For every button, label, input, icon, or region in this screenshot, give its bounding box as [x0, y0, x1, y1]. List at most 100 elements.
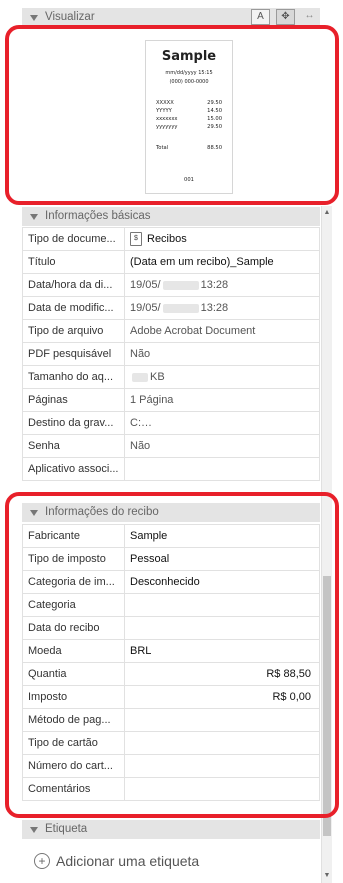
table-row[interactable]: PDF pesquisável Não — [22, 342, 320, 366]
receipt-line: yyyyyyy 29.50 — [156, 124, 222, 130]
table-row[interactable]: Data/hora da di... 19/05/13:28 — [22, 273, 320, 297]
property-key: Tipo de cartão — [22, 731, 125, 755]
table-row[interactable]: Tipo de docume... $ Recibos — [22, 227, 320, 251]
receipt-number: 001 — [184, 177, 194, 183]
path-ellipsis: ... — [313, 417, 320, 429]
time-suffix: 13:28 — [200, 302, 229, 314]
receipt-line-amount: 14.50 — [207, 108, 222, 114]
receipt-info-section-header[interactable]: Informações do recibo — [22, 503, 320, 522]
receipt-date: mm/dd/yyyy 15:15 — [165, 70, 213, 76]
property-key: PDF pesquisável — [22, 342, 125, 366]
basic-info-section-header[interactable]: Informações básicas — [22, 207, 320, 226]
tag-section-header[interactable]: Etiqueta — [22, 820, 320, 839]
vertical-scrollbar[interactable]: ▲ ▼ — [321, 206, 332, 883]
scroll-down-arrow-icon[interactable]: ▼ — [322, 871, 332, 881]
date-prefix: 19/05/ — [130, 302, 161, 314]
table-row[interactable]: Tipo de imposto Pessoal — [22, 547, 320, 571]
scrollbar-thumb[interactable] — [323, 576, 331, 836]
table-row[interactable]: Páginas 1 Página — [22, 388, 320, 412]
property-key: Data de modific... — [22, 296, 125, 320]
table-row[interactable]: Categoria de im... Desconhecido — [22, 570, 320, 594]
fit-width-icon[interactable]: ↔ — [301, 9, 318, 23]
collapse-triangle-icon[interactable] — [30, 213, 38, 220]
add-tag-label: Adicionar uma etiqueta — [56, 853, 200, 869]
property-key: Moeda — [22, 639, 125, 663]
property-key: Método de pag... — [22, 708, 125, 732]
add-tag-button[interactable]: + Adicionar uma etiqueta — [34, 853, 199, 869]
table-row[interactable]: Aplicativo associ... — [22, 457, 320, 481]
table-row[interactable]: Comentários — [22, 777, 320, 801]
property-value[interactable]: Pessoal — [124, 547, 320, 571]
property-value[interactable]: $ Recibos — [124, 227, 320, 251]
receipt-title: Sample — [161, 49, 217, 64]
property-key: Senha — [22, 434, 125, 458]
property-key: Tipo de arquivo — [22, 319, 125, 343]
table-row[interactable]: Método de pag... — [22, 708, 320, 732]
table-row[interactable]: Imposto R$ 0,00 — [22, 685, 320, 709]
collapse-triangle-icon[interactable] — [30, 509, 38, 516]
property-key: Imposto — [22, 685, 125, 709]
property-value[interactable] — [124, 731, 320, 755]
table-row[interactable]: Senha Não — [22, 434, 320, 458]
property-value[interactable] — [124, 777, 320, 801]
property-value[interactable] — [124, 593, 320, 617]
collapse-triangle-icon[interactable] — [30, 14, 38, 21]
property-value: 19/05/13:28 — [124, 273, 320, 297]
receipt-info-section-title: Informações do recibo — [45, 506, 159, 518]
table-row[interactable]: Tipo de cartão — [22, 731, 320, 755]
table-row[interactable]: Título (Data em um recibo)_Sample — [22, 250, 320, 274]
property-value: 1 Página — [124, 388, 320, 412]
table-row[interactable]: Fabricante Sample — [22, 524, 320, 548]
table-row[interactable]: Data de modific... 19/05/13:28 — [22, 296, 320, 320]
receipt-thumbnail: Sample mm/dd/yyyy 15:15 (000) 000-0000 X… — [145, 40, 233, 194]
property-key: Data/hora da di... — [22, 273, 125, 297]
property-value[interactable]: (Data em um recibo)_Sample — [124, 250, 320, 274]
preview-toolbar: A ✥ ↔ — [251, 9, 318, 25]
receipt-line-name: XXXXX — [156, 100, 174, 106]
property-value: 19/05/13:28 — [124, 296, 320, 320]
property-value[interactable]: Sample — [124, 524, 320, 548]
move-icon[interactable]: ✥ — [276, 9, 295, 25]
property-value[interactable]: BRL — [124, 639, 320, 663]
receipt-total: Total 88.50 — [156, 145, 222, 151]
table-row[interactable]: Tamanho do aq... KB — [22, 365, 320, 389]
property-value[interactable] — [124, 708, 320, 732]
receipt-line: YYYYY 14.50 — [156, 108, 222, 114]
receipt-total-value: 88.50 — [207, 145, 222, 151]
receipt-info-table: Fabricante Sample Tipo de imposto Pessoal … — [22, 524, 320, 801]
document-type-value: Recibos — [147, 232, 187, 245]
table-row[interactable]: Número do cart... — [22, 754, 320, 778]
table-row[interactable]: Categoria — [22, 593, 320, 617]
table-row[interactable]: Tipo de arquivo Adobe Acrobat Document — [22, 319, 320, 343]
tag-section-title: Etiqueta — [45, 823, 88, 835]
table-row[interactable]: Quantia R$ 88,50 — [22, 662, 320, 686]
property-value[interactable] — [124, 616, 320, 640]
property-value: Não — [124, 434, 320, 458]
table-row[interactable]: Moeda BRL — [22, 639, 320, 663]
property-key: Tipo de docume... — [22, 227, 125, 251]
receipt-phone: (000) 000-0000 — [169, 79, 209, 85]
property-value[interactable]: Desconhecido — [124, 570, 320, 594]
receipt-line-amount: 29.50 — [207, 124, 222, 130]
date-prefix: 19/05/ — [130, 279, 161, 291]
table-row[interactable]: Data do recibo — [22, 616, 320, 640]
table-row[interactable]: Destino da grav... C:... — [22, 411, 320, 435]
property-key: Destino da grav... — [22, 411, 125, 435]
path-prefix: C: — [130, 417, 141, 429]
property-key: Fabricante — [22, 524, 125, 548]
property-value — [124, 457, 320, 481]
property-key: Aplicativo associ... — [22, 457, 125, 481]
property-key: Título — [22, 250, 125, 274]
basic-info-section-title: Informações básicas — [45, 210, 151, 222]
collapse-triangle-icon[interactable] — [30, 826, 38, 833]
property-value[interactable]: R$ 88,50 — [124, 662, 320, 686]
property-value[interactable]: R$ 0,00 — [124, 685, 320, 709]
property-key: Número do cart... — [22, 754, 125, 778]
property-value[interactable] — [124, 754, 320, 778]
properties-panel: Visualizar A ✥ ↔ Sample mm/dd/yyyy 15:15… — [0, 0, 343, 883]
redacted-block — [162, 280, 199, 290]
property-key: Categoria — [22, 593, 125, 617]
scroll-up-arrow-icon[interactable]: ▲ — [322, 208, 332, 218]
property-key: Categoria de im... — [22, 570, 125, 594]
fit-page-icon[interactable]: A — [251, 9, 270, 25]
